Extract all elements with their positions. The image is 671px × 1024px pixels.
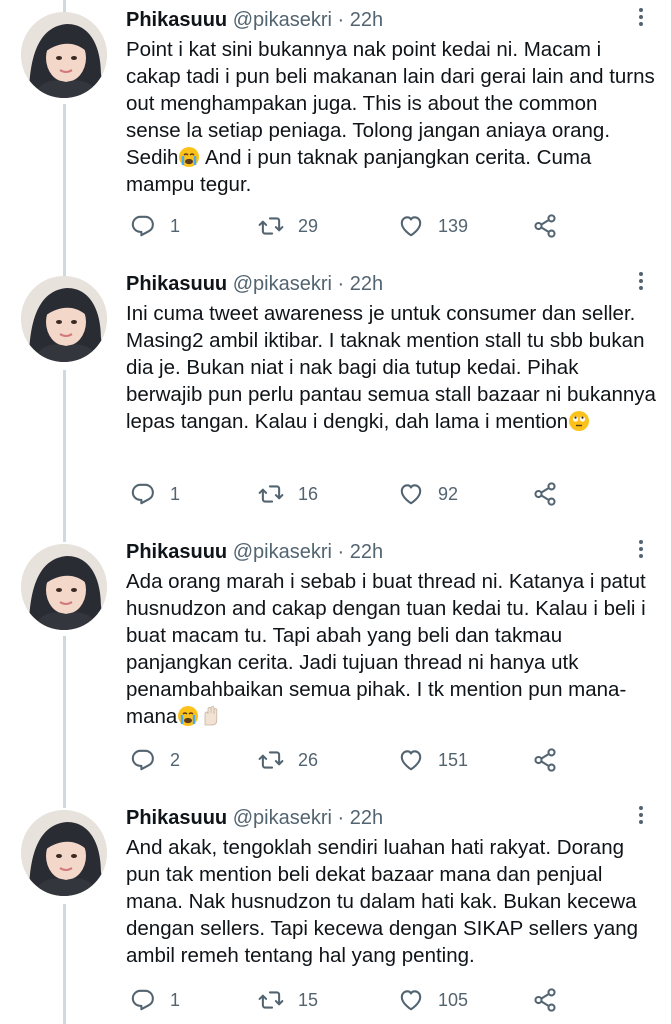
- tweet-header: Phikasuuu @pikasekri · 22h: [126, 272, 383, 296]
- reply-count: 1: [170, 989, 181, 1010]
- tweet-actions: 1 16 92: [130, 480, 570, 508]
- thread-line: [63, 104, 66, 276]
- avatar[interactable]: [21, 276, 107, 362]
- more-options-icon[interactable]: [637, 6, 645, 30]
- display-name[interactable]: Phikasuuu: [126, 9, 227, 31]
- retweet-count: 15: [298, 989, 319, 1010]
- thread-line: [63, 370, 66, 542]
- username[interactable]: @pikasekri: [233, 9, 332, 31]
- retweet-count: 16: [298, 483, 319, 504]
- share-icon: [534, 988, 556, 1012]
- thread-line: [63, 636, 66, 808]
- reply-count: 2: [170, 749, 181, 770]
- share-icon: [534, 214, 556, 238]
- reply-icon: [131, 749, 154, 771]
- timestamp[interactable]: 22h: [350, 541, 383, 563]
- crying-face-raised-hand-emoji: [177, 705, 221, 728]
- username[interactable]: @pikasekri: [233, 541, 332, 563]
- reply-icon: [131, 483, 154, 505]
- reply-icon: [131, 989, 154, 1011]
- tweet-actions: 1 15 105: [130, 986, 570, 1014]
- crying-face-emoji: [178, 146, 200, 169]
- display-name[interactable]: Phikasuuu: [126, 273, 227, 295]
- tweet-text: Ada orang marah i sebab i buat thread ni…: [126, 570, 646, 728]
- timestamp[interactable]: 22h: [350, 9, 383, 31]
- separator: ·: [337, 273, 345, 295]
- share-button[interactable]: [532, 480, 572, 508]
- timestamp[interactable]: 22h: [350, 273, 383, 295]
- retweet-icon: [258, 485, 284, 503]
- avatar[interactable]: [21, 810, 107, 896]
- separator: ·: [337, 807, 345, 829]
- retweet-button[interactable]: 26: [258, 746, 318, 774]
- reply-button[interactable]: 1: [130, 986, 180, 1014]
- retweet-button[interactable]: 16: [258, 480, 318, 508]
- like-button[interactable]: 105: [398, 986, 468, 1014]
- more-options-icon[interactable]: [637, 538, 645, 562]
- share-button[interactable]: [532, 212, 572, 240]
- thread-line: [63, 904, 66, 1024]
- username[interactable]: @pikasekri: [233, 807, 332, 829]
- separator: ·: [337, 541, 345, 563]
- reply-button[interactable]: 2: [130, 746, 180, 774]
- retweet-icon: [258, 991, 284, 1009]
- heart-icon: [400, 750, 422, 771]
- tweet-actions: 2 26 151: [130, 746, 570, 774]
- reply-count: 1: [170, 483, 181, 504]
- tweet-actions: 1 29 139: [130, 212, 570, 240]
- like-button[interactable]: 151: [398, 746, 468, 774]
- share-button[interactable]: [532, 746, 572, 774]
- rolling-eyes-face-emoji: [568, 410, 590, 433]
- like-count: 139: [438, 215, 469, 236]
- share-button[interactable]: [532, 986, 572, 1014]
- more-options-icon[interactable]: [637, 804, 645, 828]
- thread-line: [63, 0, 66, 12]
- display-name[interactable]: Phikasuuu: [126, 541, 227, 563]
- retweet-button[interactable]: 15: [258, 986, 318, 1014]
- share-icon: [534, 748, 556, 772]
- retweet-icon: [258, 751, 284, 769]
- heart-icon: [400, 484, 422, 505]
- timestamp[interactable]: 22h: [350, 807, 383, 829]
- like-count: 105: [438, 989, 469, 1010]
- reply-button[interactable]: 1: [130, 212, 180, 240]
- share-icon: [534, 482, 556, 506]
- like-button[interactable]: 92: [398, 480, 458, 508]
- tweet-header: Phikasuuu @pikasekri · 22h: [126, 806, 383, 830]
- reply-icon: [131, 215, 154, 237]
- display-name[interactable]: Phikasuuu: [126, 807, 227, 829]
- retweet-count: 29: [298, 215, 319, 236]
- retweet-icon: [258, 217, 284, 235]
- tweet-header: Phikasuuu @pikasekri · 22h: [126, 8, 383, 32]
- avatar[interactable]: [21, 12, 107, 98]
- separator: ·: [337, 9, 345, 31]
- heart-icon: [400, 216, 422, 237]
- tweet-text: And akak, tengoklah sendiri luahan hati …: [126, 836, 639, 967]
- tweet-text: Ini cuma tweet awareness je untuk consum…: [126, 302, 656, 433]
- avatar[interactable]: [21, 544, 107, 630]
- like-count: 92: [438, 483, 459, 504]
- reply-count: 1: [170, 215, 181, 236]
- tweet-header: Phikasuuu @pikasekri · 22h: [126, 540, 383, 564]
- more-options-icon[interactable]: [637, 270, 645, 294]
- retweet-button[interactable]: 29: [258, 212, 318, 240]
- retweet-count: 26: [298, 749, 319, 770]
- username[interactable]: @pikasekri: [233, 273, 332, 295]
- tweet-text: Point i kat sini bukannya nak point keda…: [126, 38, 655, 196]
- reply-button[interactable]: 1: [130, 480, 180, 508]
- heart-icon: [400, 990, 422, 1011]
- like-button[interactable]: 139: [398, 212, 468, 240]
- like-count: 151: [438, 749, 469, 770]
